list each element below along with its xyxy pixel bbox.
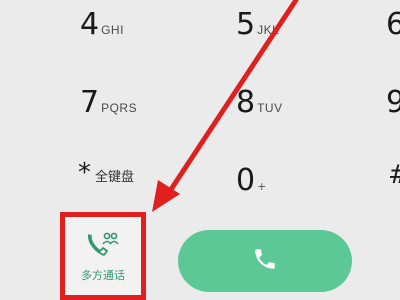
key-6-digit: 6 bbox=[386, 7, 400, 42]
key-9-digit: 9 bbox=[386, 85, 400, 120]
key-8-letters: TUV bbox=[257, 101, 283, 115]
conference-call-button[interactable]: 多方通话 bbox=[60, 212, 146, 300]
key-5[interactable]: 5 JKL bbox=[236, 10, 279, 40]
key-9[interactable]: 9 bbox=[386, 88, 400, 118]
key-5-letters: JKL bbox=[257, 23, 280, 37]
conference-call-icon bbox=[86, 230, 120, 263]
key-0-digit: 0 bbox=[236, 163, 256, 198]
key-6[interactable]: 6 bbox=[386, 10, 400, 40]
call-button[interactable] bbox=[178, 230, 352, 292]
key-4[interactable]: 4 GHI bbox=[80, 10, 124, 40]
key-8-digit: 8 bbox=[236, 85, 256, 120]
key-0-plus: + bbox=[257, 180, 267, 193]
key-8[interactable]: 8 TUV bbox=[236, 88, 283, 118]
key-hash-symbol: # bbox=[388, 162, 400, 188]
key-hash[interactable]: # bbox=[388, 162, 400, 188]
key-0[interactable]: 0 + bbox=[236, 166, 266, 196]
key-star-symbol: * bbox=[78, 158, 91, 188]
key-star-label: 全键盘 bbox=[95, 170, 135, 185]
key-5-digit: 5 bbox=[236, 7, 256, 42]
key-7-digit: 7 bbox=[80, 85, 100, 120]
key-7-letters: PQRS bbox=[101, 101, 138, 115]
dialer-screen: 4 GHI 5 JKL 6 7 PQRS 8 TUV 9 * 全键盘 0 + # bbox=[0, 0, 400, 300]
conference-call-label: 多方通话 bbox=[81, 268, 125, 282]
phone-icon bbox=[252, 246, 278, 277]
key-7[interactable]: 7 PQRS bbox=[80, 88, 137, 118]
key-4-digit: 4 bbox=[80, 7, 100, 42]
key-star[interactable]: * 全键盘 bbox=[78, 160, 134, 186]
key-4-letters: GHI bbox=[101, 23, 124, 37]
